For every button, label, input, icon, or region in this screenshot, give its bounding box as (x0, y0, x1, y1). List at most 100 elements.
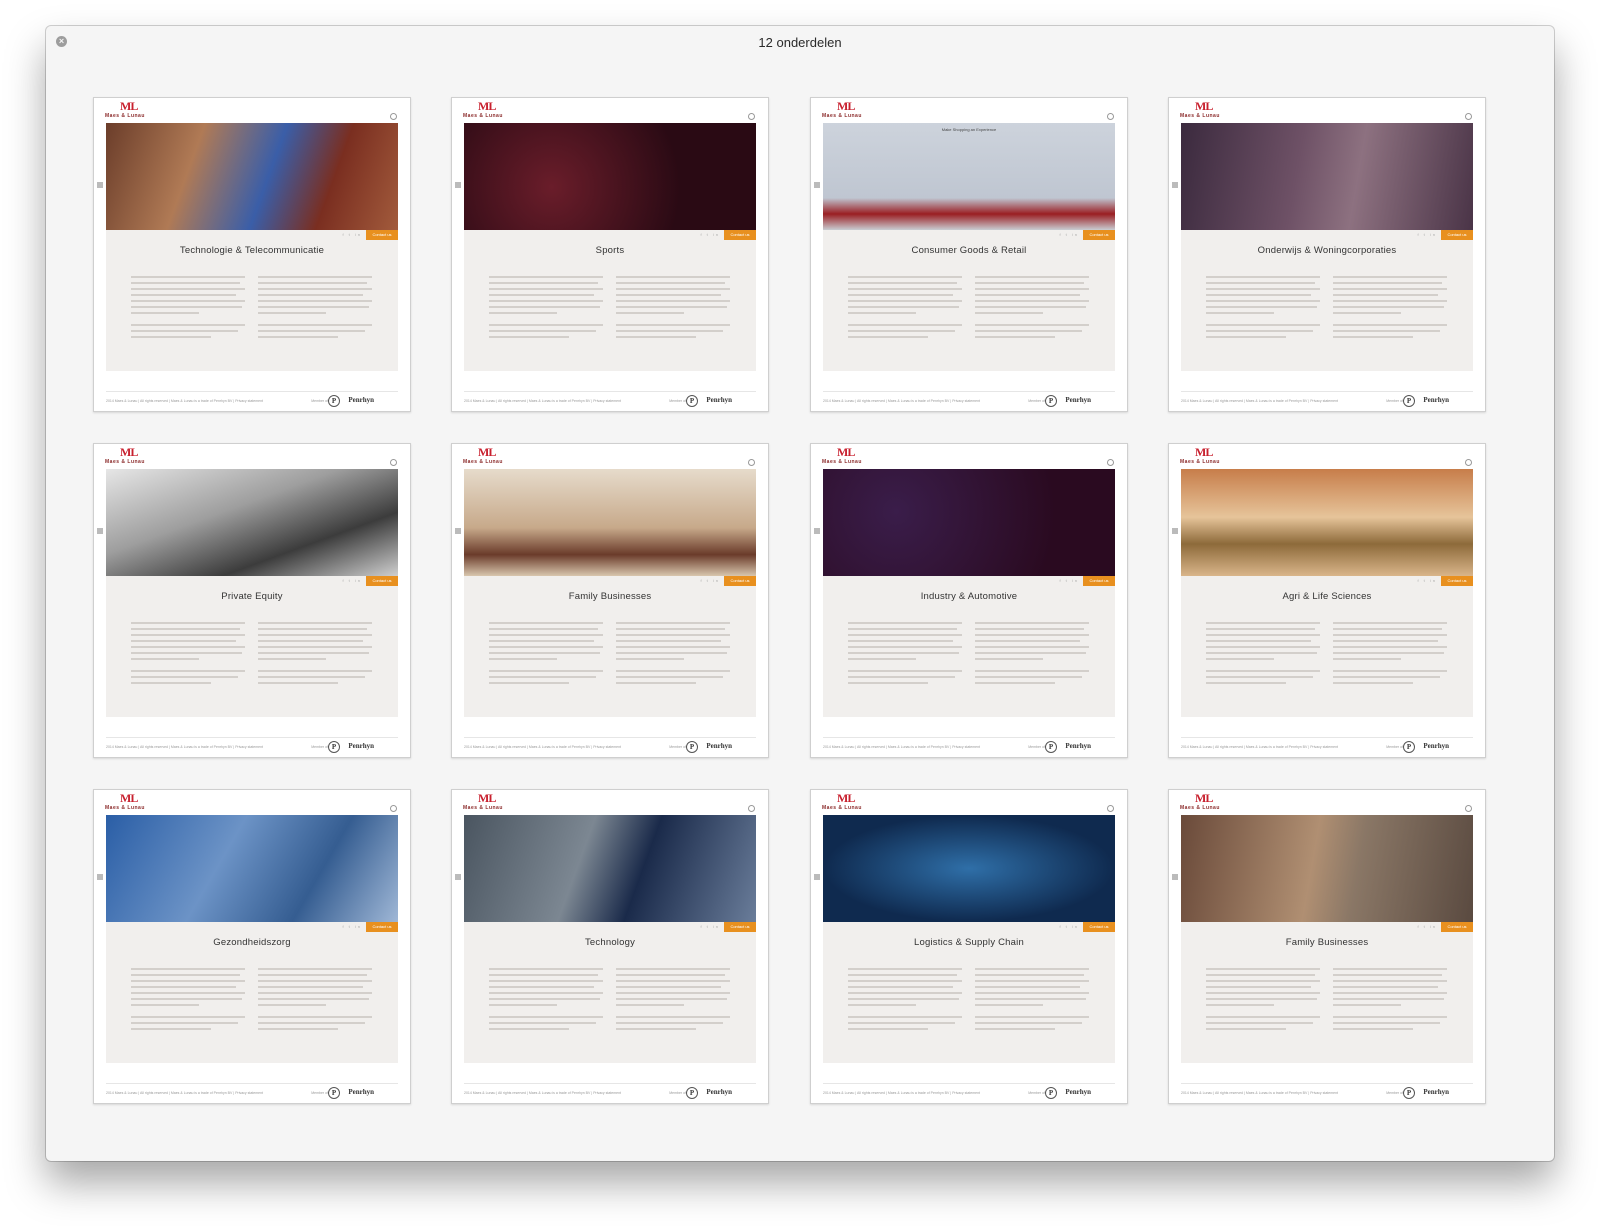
page-thumbnail[interactable]: ML Maes & Lunau Contact us f t in Gezondheid… (93, 789, 411, 1104)
body-text-placeholder (1206, 622, 1320, 688)
penrhyn-logo-icon: P (328, 741, 340, 753)
page-thumbnail[interactable]: ML Maes & Lunau Contact us f t in Private Eq… (93, 443, 411, 758)
search-icon (1465, 459, 1472, 466)
logo-mark: ML (120, 99, 138, 113)
card-title: Private Equity (221, 591, 283, 602)
social-icons: f t in (1417, 578, 1437, 583)
quicklook-window: × 12 onderdelen ML Maes & Lunau Contact us… (46, 26, 1554, 1161)
penrhyn-logo-text: Penrhyn (1423, 1088, 1449, 1096)
page-thumbnail[interactable]: ML Maes & Lunau Contact us f t in Sports 2014… (451, 97, 769, 412)
side-tab-icon (455, 874, 461, 880)
side-tab-icon (97, 182, 103, 188)
body-text-placeholder (258, 622, 372, 688)
social-icons: f t in (1417, 232, 1437, 237)
content-area: Contact us f t in Family Businesses (464, 576, 756, 717)
body-text-placeholder (1333, 968, 1447, 1034)
penrhyn-logo-icon: P (328, 1087, 340, 1099)
logo-text: Maes & Lunau (463, 113, 503, 119)
penrhyn-logo-text: Penrhyn (1065, 396, 1091, 404)
social-icons: f t in (342, 924, 362, 929)
body-text-placeholder (975, 276, 1089, 342)
contact-button: Contact us (366, 922, 398, 932)
logo-text: Maes & Lunau (105, 459, 145, 465)
content-area: Contact us f t in Onderwijs & Woningcorpor… (1181, 230, 1473, 371)
page-footer: 2014 Maes & Lunau | All rights reserved … (106, 391, 398, 407)
body-text-placeholder (616, 622, 730, 688)
penrhyn-logo-icon: P (328, 395, 340, 407)
page-thumbnail[interactable]: ML Maes & Lunau Contact us f t in Onderwijs … (1168, 97, 1486, 412)
page-footer: 2014 Maes & Lunau | All rights reserved … (1181, 1083, 1473, 1099)
contact-button: Contact us (724, 576, 756, 586)
footer-divider (1181, 1083, 1473, 1084)
member-of-label: Member of (669, 399, 686, 403)
body-text-placeholder (1333, 622, 1447, 688)
member-of-label: Member of (1386, 745, 1403, 749)
page-thumbnail[interactable]: ML Maes & Lunau Make Shopping an Experienc… (810, 97, 1128, 412)
penrhyn-logo-text: Penrhyn (348, 742, 374, 750)
footer-divider (464, 391, 756, 392)
search-icon (390, 113, 397, 120)
search-icon (748, 459, 755, 466)
content-area: Contact us f t in Industry & Automotive (823, 576, 1115, 717)
penrhyn-logo-icon: P (686, 395, 698, 407)
page-thumbnail[interactable]: ML Maes & Lunau Contact us f t in Technology… (451, 789, 769, 1104)
content-area: Contact us f t in Sports (464, 230, 756, 371)
footer-divider (106, 737, 398, 738)
logo-text: Maes & Lunau (1180, 805, 1220, 811)
contact-button: Contact us (366, 576, 398, 586)
member-of-label: Member of (669, 745, 686, 749)
logo-text: Maes & Lunau (1180, 113, 1220, 119)
hero-image (1181, 123, 1473, 230)
page-footer: 2014 Maes & Lunau | All rights reserved … (464, 391, 756, 407)
logo-text: Maes & Lunau (463, 805, 503, 811)
body-text-placeholder (131, 968, 245, 1034)
body-text-placeholder (1206, 276, 1320, 342)
body-text-placeholder (975, 968, 1089, 1034)
footer-divider (1181, 391, 1473, 392)
content-area: Contact us f t in Technology (464, 922, 756, 1063)
penrhyn-logo-icon: P (1403, 1087, 1415, 1099)
side-tab-icon (1172, 874, 1178, 880)
footer-divider (1181, 737, 1473, 738)
card-title: Logistics & Supply Chain (914, 937, 1024, 948)
hero-image (1181, 815, 1473, 922)
page-thumbnail[interactable]: ML Maes & Lunau Contact us f t in Family Bus… (451, 443, 769, 758)
side-tab-icon (1172, 528, 1178, 534)
penrhyn-logo-text: Penrhyn (348, 1088, 374, 1096)
body-text-placeholder (616, 968, 730, 1034)
page-thumbnail[interactable]: ML Maes & Lunau Contact us f t in Technologi… (93, 97, 411, 412)
body-text-placeholder (131, 276, 245, 342)
contact-button: Contact us (1441, 922, 1473, 932)
logo-text: Maes & Lunau (822, 459, 862, 465)
footer-links: 2014 Maes & Lunau | All rights reserved … (106, 1091, 264, 1095)
card-title: Onderwijs & Woningcorporaties (1257, 245, 1397, 256)
penrhyn-logo-icon: P (686, 741, 698, 753)
card-title: Industry & Automotive (920, 591, 1018, 602)
logo-text: Maes & Lunau (105, 805, 145, 811)
side-tab-icon (455, 182, 461, 188)
logo-mark: ML (478, 445, 496, 459)
social-icons: f t in (1059, 924, 1079, 929)
body-text-placeholder (131, 622, 245, 688)
page-thumbnail[interactable]: ML Maes & Lunau Contact us f t in Industry &… (810, 443, 1128, 758)
logo-mark: ML (120, 791, 138, 805)
body-text-placeholder (489, 276, 603, 342)
page-thumbnail[interactable]: ML Maes & Lunau Contact us f t in Logistics … (810, 789, 1128, 1104)
social-icons: f t in (700, 232, 720, 237)
penrhyn-logo-icon: P (1045, 741, 1057, 753)
page-thumbnail[interactable]: ML Maes & Lunau Contact us f t in Agri & Lif… (1168, 443, 1486, 758)
page-thumbnail[interactable]: ML Maes & Lunau Contact us f t in Family Bus… (1168, 789, 1486, 1104)
body-text-placeholder (489, 968, 603, 1034)
logo-mark: ML (837, 99, 855, 113)
body-text-placeholder (258, 968, 372, 1034)
footer-links: 2014 Maes & Lunau | All rights reserved … (1181, 1091, 1339, 1095)
penrhyn-logo-text: Penrhyn (706, 742, 732, 750)
hero-image (1181, 469, 1473, 576)
card-title: Family Businesses (568, 591, 652, 602)
penrhyn-logo-text: Penrhyn (706, 1088, 732, 1096)
contact-button: Contact us (1441, 576, 1473, 586)
logo-mark: ML (1195, 791, 1213, 805)
footer-links: 2014 Maes & Lunau | All rights reserved … (106, 745, 264, 749)
body-text-placeholder (848, 276, 962, 342)
content-area: Contact us f t in Agri & Life Sciences (1181, 576, 1473, 717)
